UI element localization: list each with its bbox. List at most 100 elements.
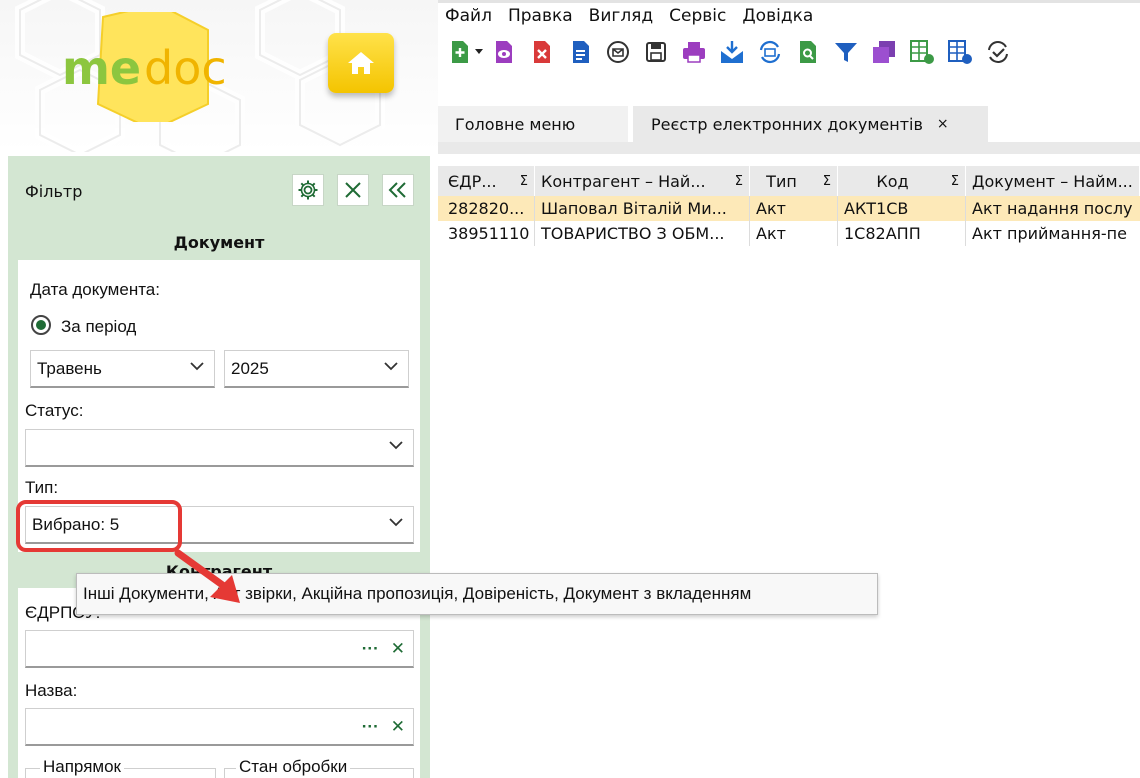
- send-icon: [720, 41, 743, 63]
- sum-icon: Σ: [734, 174, 743, 189]
- tab-strip-bar: [438, 142, 1140, 154]
- menu-help[interactable]: Довідка: [742, 6, 813, 26]
- cell-document-name: Акт приймання-пе: [972, 224, 1127, 243]
- menu-view[interactable]: Вигляд: [589, 6, 654, 26]
- month-value: Травень: [37, 358, 102, 378]
- receive-mail-icon: [606, 41, 629, 63]
- name-label: Назва:: [25, 681, 78, 700]
- cell-code: 1С82АПП: [838, 221, 966, 246]
- column-code-label: Код: [876, 171, 909, 191]
- view-document-button[interactable]: [488, 37, 519, 68]
- view-document-icon: [495, 41, 512, 63]
- column-code[interactable]: Код Σ: [838, 166, 966, 196]
- close-icon: [345, 182, 361, 198]
- top-divider: [438, 0, 1140, 3]
- duplicate-button[interactable]: [868, 37, 899, 68]
- filter-clear-button[interactable]: [337, 174, 369, 206]
- type-label: Тип:: [25, 478, 59, 497]
- save-button[interactable]: [640, 37, 671, 68]
- medoc-logo: me doc: [62, 12, 227, 122]
- filter-settings-button[interactable]: [292, 174, 324, 206]
- chevron-down-icon: [475, 49, 483, 54]
- tab-document-registry[interactable]: Реєстр електронних документів ×: [633, 106, 988, 142]
- year-select[interactable]: 2025: [224, 350, 409, 388]
- sum-icon: Σ: [950, 174, 959, 189]
- home-icon: [348, 52, 374, 74]
- year-value: 2025: [231, 358, 269, 378]
- toolbar: [444, 32, 1020, 72]
- menu-service[interactable]: Сервіс: [669, 6, 726, 26]
- filter-button[interactable]: [830, 37, 861, 68]
- menu-edit[interactable]: Правка: [508, 6, 573, 26]
- add-document-icon: [451, 41, 468, 63]
- menu-bar: Файл Правка Вигляд Сервіс Довідка: [445, 6, 813, 26]
- name-clear-button[interactable]: ✕: [391, 717, 405, 737]
- home-button[interactable]: [328, 33, 394, 93]
- print-icon: [682, 42, 705, 63]
- document-section-title: Документ: [173, 233, 265, 252]
- date-label: Дата документа:: [30, 280, 160, 299]
- direction-label: Напрямок: [40, 757, 124, 777]
- chevron-down-icon: [384, 362, 398, 371]
- gear-icon: [298, 180, 318, 200]
- copy-document-button[interactable]: [564, 37, 595, 68]
- receive-mail-button[interactable]: [602, 37, 633, 68]
- print-button[interactable]: [678, 37, 709, 68]
- menu-file[interactable]: Файл: [445, 6, 492, 26]
- check-sync-button[interactable]: [982, 37, 1013, 68]
- filter-icon: [834, 43, 857, 62]
- cell-code: АКТ1СВ: [838, 196, 966, 221]
- exchange-button[interactable]: [754, 37, 785, 68]
- cell-type: Акт: [750, 196, 838, 221]
- cell-edrpou: 282820...: [442, 196, 535, 221]
- cell-document-name: Акт надання послу: [972, 199, 1133, 218]
- logo-text-doc: doc: [144, 41, 227, 95]
- filter-collapse-button[interactable]: [382, 174, 414, 206]
- column-type[interactable]: Тип Σ: [750, 166, 838, 196]
- column-counterparty[interactable]: Контрагент – Най... Σ: [535, 166, 750, 196]
- table-row[interactable]: 38951110 ТОВАРИСТВО З ОБМ... Акт 1С82АПП…: [438, 221, 1140, 246]
- name-field[interactable]: ··· ✕: [25, 708, 414, 746]
- search-document-button[interactable]: [792, 37, 823, 68]
- tab-close-button[interactable]: ×: [937, 116, 949, 132]
- status-select[interactable]: [25, 429, 414, 467]
- edrpou-field[interactable]: ··· ✕: [25, 630, 414, 668]
- period-radio[interactable]: [31, 315, 51, 335]
- delete-document-icon: [533, 41, 550, 63]
- table-row[interactable]: 282820... Шаповал Віталій Ми... Акт АКТ1…: [438, 196, 1140, 221]
- edrpou-ellipsis-button[interactable]: ···: [362, 639, 379, 659]
- table-c-icon: [947, 40, 972, 64]
- month-select[interactable]: Травень: [30, 350, 215, 388]
- logo-text-me: me: [62, 41, 141, 95]
- edrpou-clear-button[interactable]: ✕: [391, 639, 405, 659]
- search-document-icon: [799, 41, 816, 63]
- highlight-frame: [16, 500, 182, 552]
- arrow-pointer-icon: [174, 549, 240, 603]
- cell-edrpou: 38951110: [442, 221, 535, 246]
- duplicate-icon: [872, 41, 895, 63]
- double-chevron-left-icon: [388, 182, 406, 198]
- column-edrpou[interactable]: ЄДР... Σ: [442, 166, 535, 196]
- table-c-button[interactable]: [944, 37, 975, 68]
- chevron-down-icon: [389, 518, 403, 527]
- exchange-icon: [759, 40, 780, 64]
- logo-area: me doc: [0, 0, 438, 152]
- chevron-down-icon: [190, 362, 204, 371]
- add-document-button[interactable]: [444, 37, 475, 68]
- delete-document-button[interactable]: [526, 37, 557, 68]
- tab-document-registry-label: Реєстр електронних документів: [651, 114, 923, 134]
- column-counterparty-label: Контрагент – Най...: [541, 171, 706, 191]
- send-button[interactable]: [716, 37, 747, 68]
- column-type-label: Тип: [766, 171, 797, 191]
- column-document-name[interactable]: Документ – Найм...: [966, 166, 1140, 196]
- chevron-down-icon: [389, 441, 403, 450]
- copy-document-icon: [572, 41, 589, 63]
- tab-main-menu-label: Головне меню: [455, 114, 576, 134]
- name-ellipsis-button[interactable]: ···: [362, 717, 379, 737]
- tab-main-menu[interactable]: Головне меню: [438, 106, 628, 142]
- save-icon: [645, 42, 666, 62]
- table-header: ЄДР... Σ Контрагент – Най... Σ Тип Σ Код…: [438, 166, 1140, 196]
- status-label: Статус:: [25, 401, 84, 420]
- add-document-dropdown[interactable]: [474, 37, 484, 68]
- table-settings-button[interactable]: [906, 37, 937, 68]
